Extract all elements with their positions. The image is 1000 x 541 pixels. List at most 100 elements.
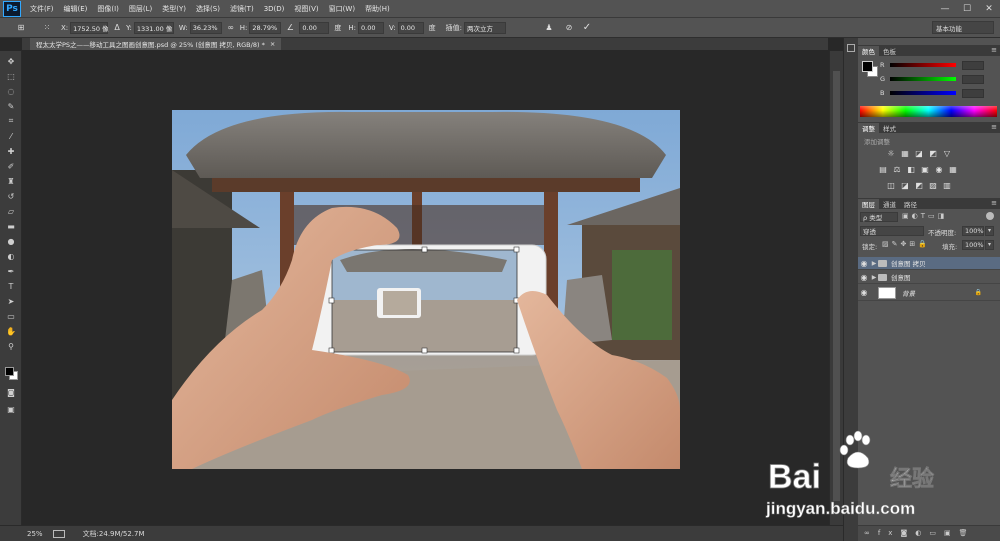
fg-color-chip[interactable]	[862, 61, 873, 72]
document-tab[interactable]: 程太太学PS之——移动工具之图画创意图.psd @ 25% (创意图 拷贝, R…	[30, 38, 282, 50]
expand-arrow-icon[interactable]: ▶	[870, 274, 878, 281]
commit-transform-icon[interactable]: ✓	[580, 22, 594, 34]
layer-filter-icons[interactable]: ▣◐T▭◨	[902, 212, 947, 220]
reference-point-icon[interactable]: ⁙	[40, 22, 54, 34]
eyedropper-tool-icon[interactable]: ⁄	[4, 130, 18, 142]
minimize-button[interactable]: —	[934, 0, 956, 17]
hand-tool-icon[interactable]: ✋	[4, 325, 18, 337]
lock-options-icons[interactable]: ▨✎✥⊞🔒	[882, 240, 930, 248]
cancel-transform-icon[interactable]: ⊘	[562, 22, 576, 34]
angle-field[interactable]: 0.00	[299, 21, 330, 34]
clone-stamp-icon[interactable]: ♜	[4, 175, 18, 187]
blue-value[interactable]	[962, 88, 984, 98]
maximize-button[interactable]: ☐	[956, 0, 978, 17]
panel-menu-icon[interactable]: ≡	[991, 123, 997, 131]
quick-select-tool-icon[interactable]: ✎	[4, 100, 18, 112]
tab-swatches[interactable]: 色板	[879, 46, 900, 56]
type-tool-icon[interactable]: T	[4, 280, 18, 292]
shape-tool-icon[interactable]: ▭	[4, 310, 18, 322]
color-spectrum[interactable]	[860, 106, 997, 117]
history-panel-icon[interactable]	[847, 44, 855, 52]
h-skew-field[interactable]: 0.00	[358, 21, 384, 34]
menu-window[interactable]: 窗口(W)	[324, 4, 360, 14]
invert-icon[interactable]: ◫	[886, 181, 896, 190]
tool-preset-icon[interactable]: ⊞	[14, 22, 28, 34]
tab-color[interactable]: 颜色	[858, 46, 879, 56]
dodge-tool-icon[interactable]: ◐	[4, 250, 18, 262]
tab-layers[interactable]: 图层	[858, 199, 879, 209]
exposure-icon[interactable]: ◩	[928, 149, 938, 158]
color-balance-icon[interactable]: ⚖	[892, 165, 902, 174]
levels-icon[interactable]: ▦	[900, 149, 910, 158]
green-value[interactable]	[962, 74, 984, 84]
interpolation-select[interactable]: 两次立方	[463, 21, 506, 34]
canvas-area[interactable]	[23, 51, 828, 525]
filter-toggle-icon[interactable]	[986, 212, 994, 220]
lasso-tool-icon[interactable]: ◌	[4, 85, 18, 97]
foreground-color-swatch[interactable]	[5, 367, 14, 376]
posterize-icon[interactable]: ◪	[900, 181, 910, 190]
doc-preview-icon[interactable]	[52, 529, 65, 538]
menu-image[interactable]: 图像(I)	[92, 4, 124, 14]
menu-3d[interactable]: 3D(D)	[259, 5, 290, 13]
panel-menu-icon[interactable]: ≡	[991, 199, 997, 207]
move-tool-icon[interactable]: ✥	[4, 55, 18, 67]
brush-tool-icon[interactable]: ✐	[4, 160, 18, 172]
fill-dropdown-icon[interactable]: ▾	[985, 240, 994, 250]
zoom-level[interactable]: 25%	[27, 530, 43, 538]
blur-tool-icon[interactable]: ●	[4, 235, 18, 247]
menu-layer[interactable]: 图层(L)	[124, 4, 157, 14]
visibility-eye-icon[interactable]: ◉	[858, 259, 870, 268]
panel-menu-icon[interactable]: ≡	[991, 46, 997, 54]
curves-icon[interactable]: ◪	[914, 149, 924, 158]
marquee-tool-icon[interactable]: ⬚	[4, 70, 18, 82]
red-slider-row[interactable]: R	[880, 60, 996, 70]
green-slider-row[interactable]: G	[880, 74, 996, 84]
tab-close-icon[interactable]: ×	[270, 40, 275, 48]
zoom-tool-icon[interactable]: ⚲	[4, 340, 18, 352]
delta-icon[interactable]: Δ	[110, 22, 124, 34]
tab-paths[interactable]: 路径	[900, 199, 921, 209]
tab-styles[interactable]: 样式	[879, 123, 900, 133]
red-slider[interactable]	[890, 63, 956, 67]
blend-mode-select[interactable]: 穿透	[860, 226, 924, 236]
menu-edit[interactable]: 编辑(E)	[59, 4, 93, 14]
layer-filter-select[interactable]: ρ 类型	[860, 212, 898, 222]
channel-mixer-icon[interactable]: ◉	[934, 165, 944, 174]
workspace-select[interactable]: 基本功能	[932, 21, 994, 34]
vibrance-icon[interactable]: ▽	[942, 149, 952, 158]
v-skew-field[interactable]: 0.00	[397, 21, 424, 34]
blue-slider[interactable]	[890, 91, 956, 95]
menu-type[interactable]: 类型(Y)	[157, 4, 191, 14]
x-field[interactable]: 1752.50 像	[70, 21, 109, 34]
pen-tool-icon[interactable]: ✒	[4, 265, 18, 277]
width-field[interactable]: 36.23%	[189, 21, 222, 34]
tab-adjustments[interactable]: 调整	[858, 123, 879, 133]
expand-arrow-icon[interactable]: ▶	[870, 260, 878, 267]
layer-actions-icons[interactable]: ∞fx◙◐▭▣🗑	[864, 529, 975, 537]
red-value[interactable]	[962, 60, 984, 70]
document-canvas[interactable]	[172, 110, 680, 469]
crop-tool-icon[interactable]: ⌗	[4, 115, 18, 127]
photo-filter-icon[interactable]: ▣	[920, 165, 930, 174]
gradient-tool-icon[interactable]: ▬	[4, 220, 18, 232]
healing-brush-icon[interactable]: ✚	[4, 145, 18, 157]
visibility-eye-icon[interactable]: ◉	[858, 273, 870, 282]
menu-filter[interactable]: 滤镜(T)	[225, 4, 259, 14]
opacity-field[interactable]: 100%	[962, 226, 984, 236]
link-icon[interactable]: ∞	[224, 22, 238, 34]
menu-view[interactable]: 视图(V)	[289, 4, 323, 14]
visibility-eye-icon[interactable]: ◉	[858, 288, 870, 297]
layer-row-group[interactable]: ◉ ▶ 创意图	[858, 271, 1000, 284]
close-button[interactable]: ✕	[978, 0, 1000, 17]
eraser-tool-icon[interactable]: ▱	[4, 205, 18, 217]
layer-row-group-copy[interactable]: ◉ ▶ 创意图 拷贝	[858, 257, 1000, 270]
opacity-dropdown-icon[interactable]: ▾	[985, 226, 994, 236]
tab-channels[interactable]: 通道	[879, 199, 900, 209]
height-field[interactable]: 28.79%	[249, 21, 282, 34]
menu-file[interactable]: 文件(F)	[25, 4, 59, 14]
selective-color-icon[interactable]: ▥	[942, 181, 952, 190]
history-brush-icon[interactable]: ↺	[4, 190, 18, 202]
hue-sat-icon[interactable]: ▤	[878, 165, 888, 174]
green-slider[interactable]	[890, 77, 956, 81]
